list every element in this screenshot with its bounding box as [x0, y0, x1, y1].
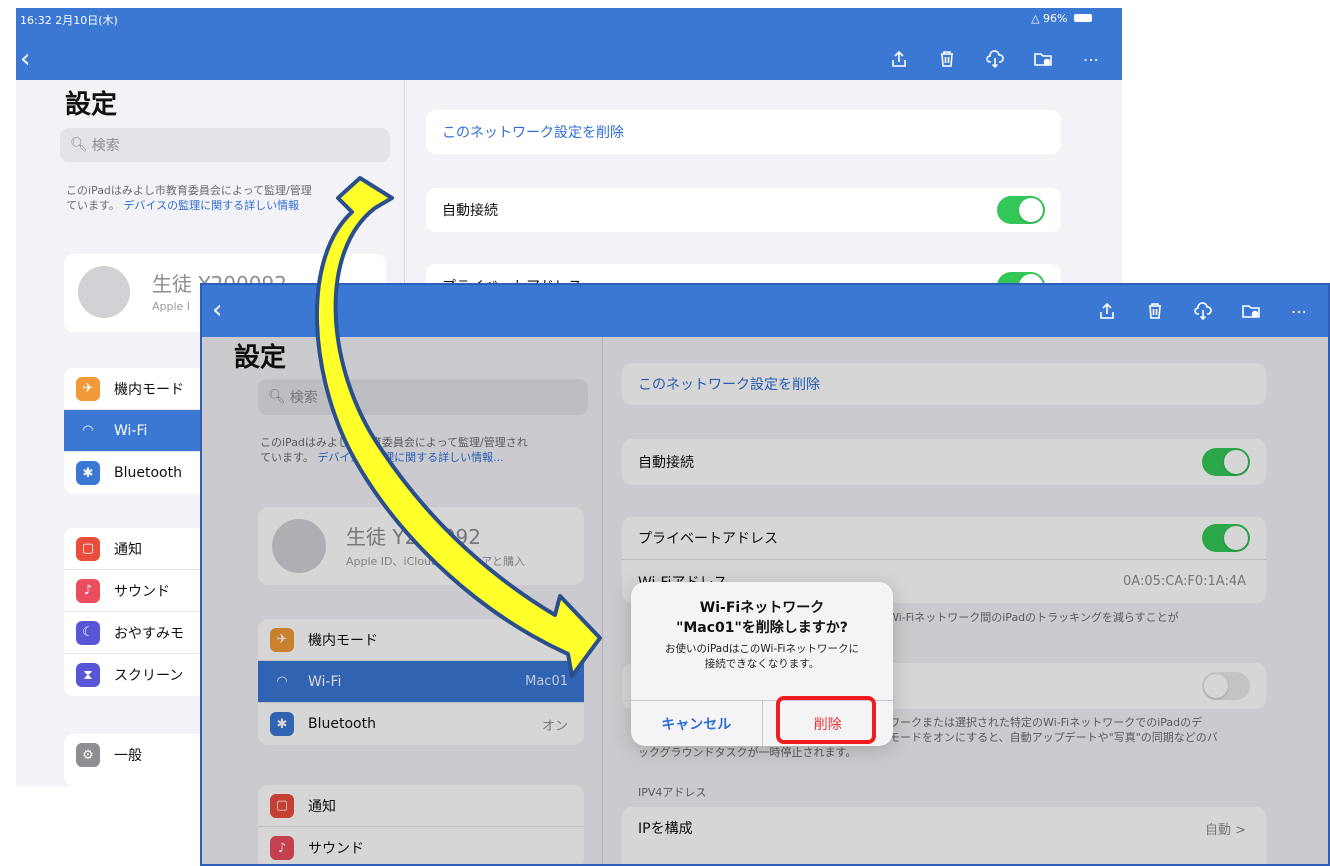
battery-icon: [1074, 14, 1092, 22]
share-icon[interactable]: [888, 48, 910, 70]
airplane-icon: ✈: [76, 376, 100, 401]
status-battery: △ 96%: [1031, 12, 1092, 25]
cloud-download-icon[interactable]: [984, 48, 1006, 70]
moon-icon: ☾: [76, 620, 100, 645]
trash-icon[interactable]: [936, 48, 958, 70]
front-screenshot: ‹ ⋯ 設定 🔍︎ 検索 このiPadはみよし市教育委員会によって監理/管理され…: [200, 283, 1330, 866]
bluetooth-icon: ✱: [76, 461, 100, 485]
avatar: [78, 266, 130, 318]
auto-join-row: 自動接続: [426, 188, 1061, 232]
share-icon[interactable]: [1096, 300, 1118, 322]
forget-network-card: このネットワーク設定を削除: [426, 110, 1061, 154]
alert-title: Wi-Fiネットワーク "Mac01"を削除しますか?: [676, 600, 848, 636]
cancel-button[interactable]: キャンセル: [631, 701, 763, 746]
delete-button-highlight: [776, 696, 876, 744]
wifi-icon: ◠: [76, 418, 100, 443]
notification-icon: ▢: [76, 536, 100, 561]
back-chevron-icon[interactable]: ‹: [212, 297, 222, 323]
auto-join-card: 自動接続: [426, 188, 1061, 232]
search-icon: 🔍︎: [70, 137, 88, 153]
forget-network-button[interactable]: このネットワーク設定を削除: [426, 110, 1061, 154]
back-chevron-icon[interactable]: ‹: [20, 46, 30, 72]
status-time: 16:32 2月10日(木): [20, 14, 118, 27]
auto-join-toggle[interactable]: [997, 196, 1045, 224]
folder-icon[interactable]: [1240, 300, 1262, 322]
sound-icon: ♪: [76, 578, 100, 603]
folder-icon[interactable]: [1032, 48, 1054, 70]
alert-message: お使いのiPadはこのWi-Fiネットワークに 接続できなくなります。: [665, 643, 859, 670]
cloud-download-icon[interactable]: [1192, 300, 1214, 322]
profile-subtitle: Apple I: [152, 300, 191, 313]
supervision-link[interactable]: デバイスの監理に関する詳しい情報: [123, 199, 299, 212]
page-title: 設定: [65, 90, 118, 120]
gear-icon: ⚙: [76, 743, 100, 767]
search-input[interactable]: 🔍︎ 検索: [60, 128, 390, 162]
trash-icon[interactable]: [1144, 300, 1166, 322]
top-toolbar: ‹ ⋯: [202, 285, 1328, 337]
wifi-status-icon: △: [1031, 12, 1040, 25]
more-icon[interactable]: ⋯: [1288, 300, 1310, 322]
supervision-note: このiPadはみよし市教育委員会によって監理/管理 ています。 デバイスの監理に…: [66, 184, 312, 212]
hourglass-icon: ⧗: [76, 663, 100, 687]
more-icon[interactable]: ⋯: [1080, 48, 1102, 70]
top-toolbar: 16:32 2月10日(木) △ 96% ‹ ⋯: [16, 8, 1122, 80]
